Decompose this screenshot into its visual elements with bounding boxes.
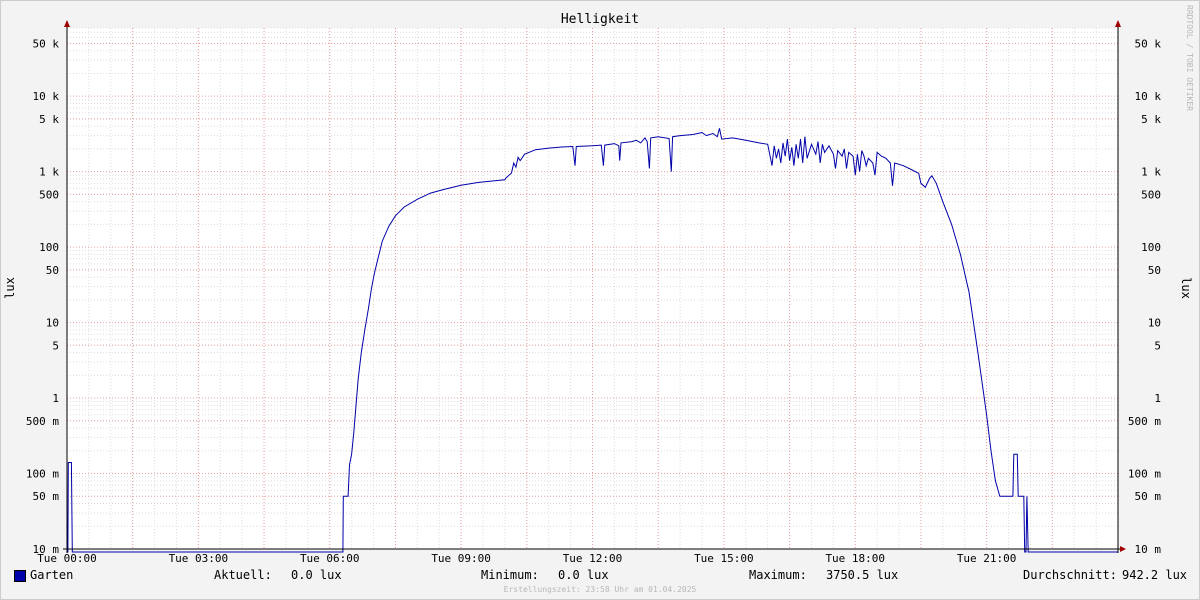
rrdtool-watermark: RRDTOOL / TOBI OETIKER	[1185, 5, 1194, 111]
legend-max-value: 3750.5 lux	[826, 568, 899, 582]
chart-title: Helligkeit	[561, 12, 639, 27]
brightness-chart: Helligkeit lux lux RRDTOOL / TOBI OETIKE…	[0, 0, 1200, 600]
y-tick-label-right: 100	[1141, 241, 1161, 254]
x-tick-label: Tue 03:00	[169, 552, 229, 565]
y-tick-label-right: 10 m	[1135, 543, 1162, 556]
y-tick-label-right: 5	[1154, 339, 1161, 352]
legend-max-label: Maximum:	[749, 568, 807, 582]
x-tick-label: Tue 09:00	[431, 552, 491, 565]
x-tick-label: Tue 06:00	[300, 552, 360, 565]
legend-min-label: Minimum:	[481, 568, 539, 582]
y-axis-label-left: lux	[3, 277, 17, 299]
y-tick-labels-right: 10 m 50 m 100 m 500 m 1 5 10 50 100 500 1 k 5 k 10 k…	[1128, 37, 1161, 556]
y-tick-label-left: 5 k	[39, 113, 59, 126]
y-tick-label-left: 50 m	[33, 490, 60, 503]
legend-avg-label: Durchschnitt:	[1023, 568, 1117, 582]
x-axis-arrow-icon	[1120, 546, 1126, 552]
y-tick-label-right: 1	[1154, 392, 1161, 405]
y-tick-label-right: 500	[1141, 188, 1161, 201]
y-tick-label-left: 5	[52, 339, 59, 352]
x-tick-labels: Tue 00:00 Tue 03:00 Tue 06:00 Tue 09:00 Tue …	[37, 552, 1016, 565]
y-axis-arrow-left-icon	[64, 20, 70, 27]
y-tick-label-right: 50	[1148, 264, 1161, 277]
legend-min-value: 0.0 lux	[558, 568, 609, 582]
y-axis-arrow-right-icon	[1115, 20, 1121, 27]
y-tick-label-left: 1 k	[39, 166, 59, 179]
y-tick-label-right: 10	[1148, 317, 1161, 330]
creation-time-footer: Erstellungszeit: 23:58 Uhr am 01.04.2025	[503, 585, 697, 594]
y-tick-label-right: 50 k	[1135, 37, 1162, 50]
y-tick-label-right: 100 m	[1128, 468, 1161, 481]
y-tick-label-right: 50 m	[1135, 490, 1162, 503]
y-tick-label-right: 1 k	[1141, 166, 1161, 179]
y-tick-label-left: 50 k	[33, 37, 60, 50]
legend: Garten Aktuell: 0.0 lux Minimum: 0.0 lux…	[0, 566, 1200, 584]
y-tick-label-left: 1	[52, 392, 59, 405]
legend-avg-value: 942.2 lux	[1122, 568, 1188, 582]
y-tick-label-right: 10 k	[1135, 90, 1162, 103]
legend-series-name: Garten	[30, 568, 74, 582]
x-tick-label: Tue 12:00	[563, 552, 623, 565]
y-tick-label-left: 100	[39, 241, 59, 254]
y-axis-label-right: lux	[1179, 277, 1193, 299]
y-tick-label-left: 500 m	[26, 415, 59, 428]
x-tick-label: Tue 21:00	[957, 552, 1017, 565]
x-tick-label: Tue 00:00	[37, 552, 97, 565]
y-tick-label-left: 10	[46, 317, 59, 330]
y-tick-label-left: 10 k	[33, 90, 60, 103]
y-tick-label-left: 50	[46, 264, 59, 277]
x-tick-label: Tue 15:00	[694, 552, 754, 565]
y-tick-label-right: 5 k	[1141, 113, 1161, 126]
legend-swatch-garten	[14, 570, 26, 582]
y-tick-label-left: 100 m	[26, 468, 59, 481]
y-tick-label-right: 500 m	[1128, 415, 1161, 428]
x-tick-label: Tue 18:00	[825, 552, 885, 565]
y-tick-labels-left: 10 m50 m100 m500 m1510501005001 k5 k10 k…	[26, 37, 59, 556]
legend-current-label: Aktuell:	[214, 568, 272, 582]
y-tick-label-left: 500	[39, 188, 59, 201]
legend-current-value: 0.0 lux	[291, 568, 342, 582]
